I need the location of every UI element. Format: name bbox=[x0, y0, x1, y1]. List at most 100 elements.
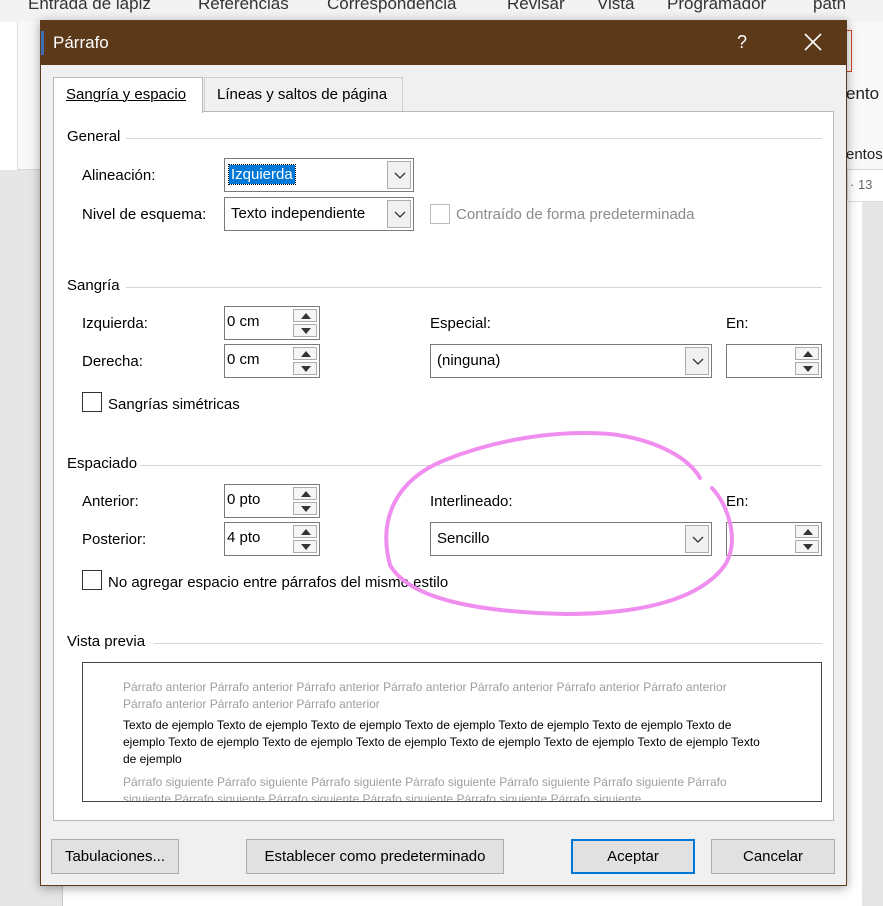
spacing-before-value: 0 pto bbox=[227, 491, 261, 508]
arrow-down-icon bbox=[301, 544, 311, 550]
ribbon-tab-path[interactable]: path bbox=[813, 0, 846, 14]
tab-line-page-breaks[interactable]: Líneas y saltos de página bbox=[204, 77, 403, 111]
tab-indents-spacing-label: Sangría y espacio bbox=[66, 86, 187, 103]
outline-level-dropdown-button[interactable] bbox=[387, 200, 411, 228]
arrow-up-icon bbox=[803, 351, 813, 357]
spacing-before-up[interactable] bbox=[293, 487, 317, 500]
mirror-indents-label: Sangrías simétricas bbox=[108, 396, 240, 413]
outline-level-dropdown[interactable]: Texto independiente bbox=[224, 197, 414, 231]
close-icon bbox=[804, 33, 822, 51]
arrow-down-icon bbox=[301, 366, 311, 372]
indent-right-down[interactable] bbox=[293, 362, 317, 375]
dialog-title: Párrafo bbox=[53, 33, 109, 52]
collapsed-label: Contraído de forma predeterminada bbox=[456, 206, 695, 223]
indent-by-down[interactable] bbox=[795, 362, 819, 375]
arrow-down-icon bbox=[803, 366, 813, 372]
spacing-divider bbox=[140, 465, 822, 466]
arrow-up-icon bbox=[301, 491, 311, 497]
outline-level-value: Texto independiente bbox=[231, 205, 366, 222]
indent-left-label: Izquierda: bbox=[82, 315, 148, 332]
ribbon-tab-developer[interactable]: Programador bbox=[667, 0, 766, 14]
alignment-dropdown[interactable]: Izquierda bbox=[224, 158, 414, 192]
indent-right-up[interactable] bbox=[293, 347, 317, 360]
preview-sample-paragraph: Texto de ejemplo Texto de ejemplo Texto … bbox=[123, 718, 760, 766]
chevron-down-icon bbox=[692, 536, 704, 543]
arrow-down-icon bbox=[301, 506, 311, 512]
indent-by-spinner[interactable] bbox=[726, 344, 822, 378]
preview-heading: Vista previa bbox=[67, 633, 146, 650]
spacing-at-spinner[interactable] bbox=[726, 522, 822, 556]
alignment-dropdown-button[interactable] bbox=[387, 161, 411, 189]
help-button[interactable]: ? bbox=[727, 27, 757, 57]
line-spacing-dropdown-button[interactable] bbox=[685, 525, 709, 553]
spacing-after-label: Posterior: bbox=[82, 531, 147, 548]
line-spacing-value: Sencillo bbox=[437, 530, 490, 547]
collapsed-checkbox[interactable] bbox=[430, 204, 450, 224]
arrow-up-icon bbox=[301, 351, 311, 357]
arrow-down-icon bbox=[803, 544, 813, 550]
spacing-at-label: En: bbox=[726, 493, 749, 510]
background-ribbon-tabs: Entrada de lápiz Referencias Corresponde… bbox=[0, 0, 883, 22]
alignment-label: Alineación: bbox=[82, 167, 156, 184]
special-dropdown[interactable]: (ninguna) bbox=[430, 344, 712, 378]
dialog-titlebar: Párrafo ? bbox=[41, 21, 846, 65]
indent-left-up[interactable] bbox=[293, 309, 317, 322]
indent-right-spinner[interactable]: 0 cm bbox=[224, 344, 320, 378]
ribbon-tab-mailings[interactable]: Correspondencia bbox=[327, 0, 456, 14]
indent-left-spinner[interactable]: 0 cm bbox=[224, 306, 320, 340]
preview-divider bbox=[154, 643, 822, 644]
cancel-button[interactable]: Cancelar bbox=[711, 839, 835, 874]
tab-line-page-breaks-label: Líneas y saltos de página bbox=[217, 86, 388, 103]
indent-left-value: 0 cm bbox=[227, 313, 260, 330]
ribbon-tab-references[interactable]: Referencias bbox=[198, 0, 289, 14]
tabs-button[interactable]: Tabulaciones... bbox=[51, 839, 179, 874]
preview-previous-paragraph: Párrafo anterior Párrafo anterior Párraf… bbox=[123, 680, 727, 711]
arrow-up-icon bbox=[803, 529, 813, 535]
outline-level-label: Nivel de esquema: bbox=[82, 206, 207, 223]
chevron-down-icon bbox=[394, 172, 406, 179]
indent-right-value: 0 cm bbox=[227, 351, 260, 368]
spacing-at-up[interactable] bbox=[795, 525, 819, 538]
close-button[interactable] bbox=[793, 27, 833, 57]
alignment-value: Izquierda bbox=[228, 164, 296, 185]
spacing-after-down[interactable] bbox=[293, 540, 317, 553]
spacing-after-spinner[interactable]: 4 pto bbox=[224, 522, 320, 556]
background-ribbon-text-2: entos bbox=[846, 146, 883, 163]
spacing-at-down[interactable] bbox=[795, 540, 819, 553]
ribbon-tab-view[interactable]: Vista bbox=[597, 0, 635, 14]
indent-by-label: En: bbox=[726, 315, 749, 332]
arrow-down-icon bbox=[301, 328, 311, 334]
no-space-checkbox[interactable] bbox=[82, 570, 102, 590]
background-left-strip bbox=[0, 22, 18, 170]
preview-next-paragraph: Párrafo siguiente Párrafo siguiente Párr… bbox=[123, 775, 727, 802]
special-label: Especial: bbox=[430, 315, 491, 332]
spacing-before-down[interactable] bbox=[293, 502, 317, 515]
background-ruler-text: · 13 bbox=[850, 177, 873, 192]
no-space-label: No agregar espacio entre párrafos del mi… bbox=[108, 574, 449, 591]
spacing-before-label: Anterior: bbox=[82, 493, 139, 510]
special-dropdown-button[interactable] bbox=[685, 347, 709, 375]
chevron-down-icon bbox=[394, 211, 406, 218]
tab-panel: General Alineación: Izquierda Nivel de e… bbox=[53, 111, 834, 821]
tab-indents-spacing[interactable]: Sangría y espacio bbox=[53, 77, 203, 113]
ribbon-tab-review[interactable]: Revisar bbox=[507, 0, 565, 14]
spacing-before-spinner[interactable]: 0 pto bbox=[224, 484, 320, 518]
mirror-indents-checkbox[interactable] bbox=[82, 392, 102, 412]
ok-button[interactable]: Aceptar bbox=[571, 839, 695, 874]
spacing-after-up[interactable] bbox=[293, 525, 317, 538]
chevron-down-icon bbox=[692, 358, 704, 365]
line-spacing-dropdown[interactable]: Sencillo bbox=[430, 522, 712, 556]
arrow-up-icon bbox=[301, 313, 311, 319]
preview-box: Párrafo anterior Párrafo anterior Párraf… bbox=[82, 662, 822, 802]
indent-divider bbox=[126, 287, 822, 288]
general-heading: General bbox=[67, 128, 121, 145]
spacing-heading: Espaciado bbox=[67, 455, 138, 472]
spacing-after-value: 4 pto bbox=[227, 529, 261, 546]
ribbon-tab-ink[interactable]: Entrada de lápiz bbox=[28, 0, 151, 14]
background-ribbon-text-1: ento bbox=[846, 84, 880, 103]
app-icon bbox=[41, 31, 44, 55]
set-default-button[interactable]: Establecer como predeterminado bbox=[246, 839, 504, 874]
indent-by-up[interactable] bbox=[795, 347, 819, 360]
special-value: (ninguna) bbox=[437, 352, 501, 369]
indent-left-down[interactable] bbox=[293, 324, 317, 337]
